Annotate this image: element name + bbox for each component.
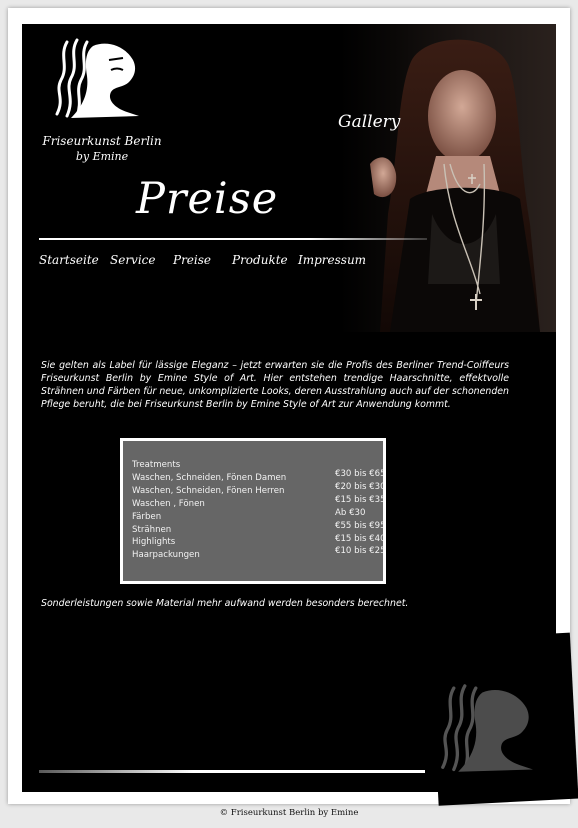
treatment-name: Strähnen — [132, 524, 172, 535]
surcharge-note: Sonderleistungen sowie Material mehr auf… — [41, 598, 409, 609]
treatment-price: €55 bis €95 — [335, 520, 386, 531]
logo-face-icon — [55, 38, 139, 119]
nav-item-preise[interactable]: Preise — [173, 253, 211, 267]
treatment-price: €15 bis €35 — [335, 494, 386, 505]
price-table-header: Treatments — [132, 460, 181, 470]
logo[interactable]: Friseurkunst Berlin by Emine — [37, 36, 162, 163]
nav-item-startseite[interactable]: Startseite — [39, 253, 99, 267]
treatment-price: €30 bis €65 — [335, 469, 386, 479]
site-container: Friseurkunst Berlin by Emine Gallery Pre… — [22, 24, 556, 792]
price-list: €30 bis €65 €20 bis €30 €15 bis €35 Ab €… — [335, 468, 386, 558]
intro-paragraph: Sie gelten als Label für lässige Eleganz… — [41, 360, 509, 410]
treatment-name: Highlights — [132, 537, 176, 548]
nav-item-produkte[interactable]: Produkte — [232, 253, 288, 267]
logo-subtitle: by Emine — [75, 150, 129, 163]
treatment-name: Waschen , Fönen — [132, 498, 205, 509]
logo-title: Friseurkunst Berlin — [42, 134, 162, 148]
heading-divider — [39, 238, 427, 240]
logo-watermark-icon — [434, 676, 544, 790]
price-table: Treatments Waschen, Schneiden, Fönen Dam… — [120, 438, 386, 584]
treatment-list: Treatments Waschen, Schneiden, Fönen Dam… — [132, 459, 286, 562]
copyright-text: © Friseurkunst Berlin by Emine — [219, 808, 359, 818]
model-photo-image — [370, 39, 540, 332]
footer-divider — [39, 770, 425, 773]
treatment-name: Waschen, Schneiden, Fönen Herren — [132, 485, 285, 496]
model-photo — [340, 24, 556, 332]
page-title: Preise — [136, 174, 279, 224]
nav-item-impressum[interactable]: Impressum — [298, 253, 366, 267]
nav-item-service[interactable]: Service — [110, 253, 156, 267]
treatment-price: €15 bis €40 — [335, 533, 386, 544]
treatment-price: Ab €30 — [335, 507, 366, 518]
gallery-link[interactable]: Gallery — [338, 112, 400, 132]
treatment-price: €10 bis €25 — [335, 546, 386, 557]
treatment-name: Haarpackungen — [132, 550, 200, 561]
treatment-name: Waschen, Schneiden, Fönen Damen — [132, 472, 287, 483]
treatment-name: Färben — [132, 511, 162, 522]
treatment-price: €20 bis €30 — [335, 481, 386, 492]
